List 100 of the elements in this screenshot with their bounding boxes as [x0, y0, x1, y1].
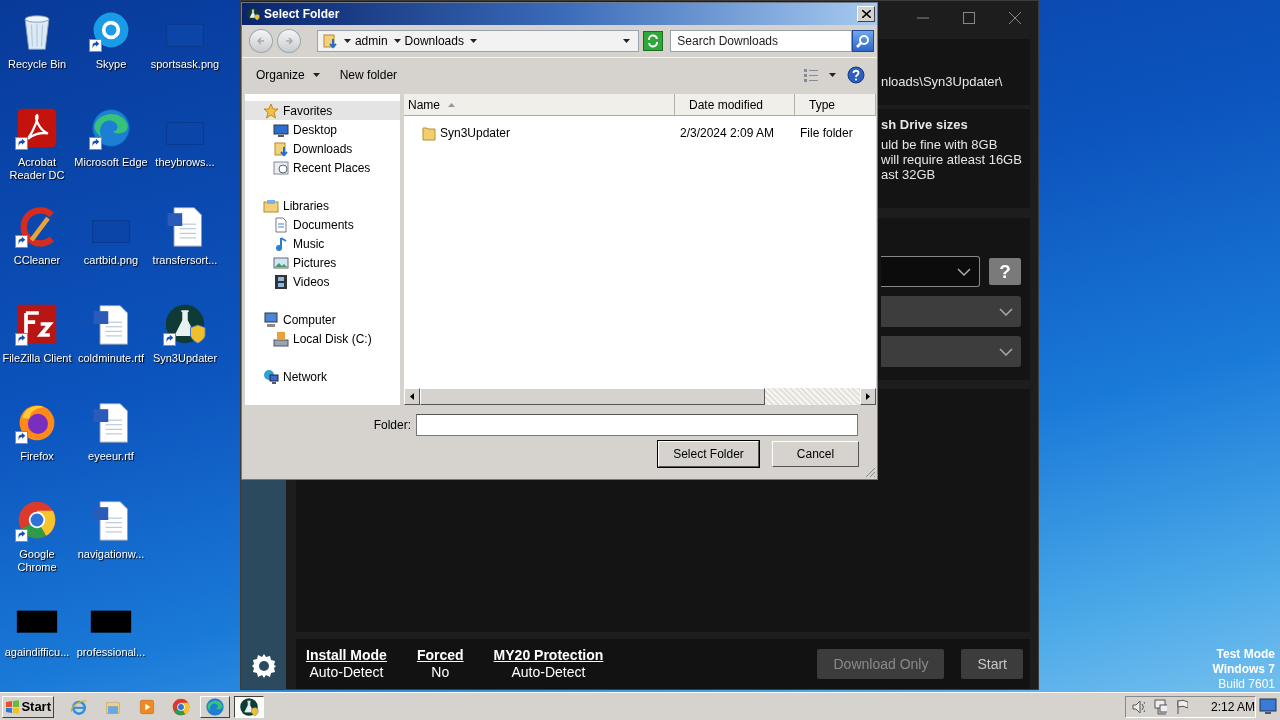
- nav-item[interactable]: Music: [245, 234, 400, 253]
- os-info-text: Test Mode: [1216, 647, 1275, 662]
- breadcrumb-item[interactable]: admin: [354, 34, 388, 48]
- pdf-app-icon[interactable]: [15, 106, 59, 150]
- back-arrow-icon: [255, 36, 266, 46]
- search-field[interactable]: Search Downloads: [670, 30, 852, 52]
- caret-icon[interactable]: [469, 39, 477, 43]
- desktop-icon-label[interactable]: Skype: [74, 58, 148, 71]
- right-arrow-icon[interactable]: [866, 393, 870, 400]
- status-label[interactable]: Forced: [416, 647, 464, 664]
- caret-icon[interactable]: [393, 39, 401, 43]
- nav-item[interactable]: Documents: [245, 215, 400, 234]
- info-line: uld be fine with 8GB: [881, 137, 999, 152]
- dialog-button[interactable]: Select Folder: [658, 441, 759, 467]
- desktop-icon-label[interactable]: Syn3Updater: [148, 352, 222, 365]
- volume-icon[interactable]: [1132, 699, 1146, 714]
- flag-icon[interactable]: [1176, 698, 1188, 715]
- nav-item[interactable]: Favorites: [245, 101, 400, 120]
- clock[interactable]: 2:12 AM: [1210, 699, 1255, 714]
- start-button[interactable]: Start: [2, 695, 54, 718]
- close-icon[interactable]: [1009, 12, 1021, 24]
- desktop-icon-label[interactable]: FileZilla Client: [0, 352, 74, 365]
- chevron-icon: [999, 307, 1013, 316]
- desktop-icon-label[interactable]: Recycle Bin: [0, 58, 74, 71]
- status-label[interactable]: Install Mode: [306, 647, 387, 664]
- search-icon: [856, 34, 870, 48]
- desktop-icon-label[interactable]: CCleaner: [0, 254, 74, 267]
- desktop-icon-label[interactable]: againdifficu...: [0, 646, 74, 659]
- info-line: will require atleast 16GB: [881, 152, 1023, 167]
- nav-item[interactable]: Pictures: [245, 253, 400, 272]
- libraries-icon: [263, 197, 279, 214]
- desktop-icon-label[interactable]: Firefox: [0, 450, 74, 463]
- refresh-icon: [646, 34, 661, 48]
- recent-icon: [273, 159, 289, 176]
- column-header[interactable]: Type: [795, 94, 876, 115]
- chevron-icon: [999, 347, 1013, 356]
- folder-icon: [422, 125, 436, 141]
- network-icon[interactable]: [1154, 698, 1168, 715]
- flask-app-icon[interactable]: [163, 302, 207, 346]
- nav-item[interactable]: Local Disk (C:): [245, 329, 400, 348]
- caret-icon[interactable]: [829, 72, 837, 78]
- search-button[interactable]: [852, 30, 874, 52]
- dialog-button[interactable]: Cancel: [772, 441, 859, 467]
- os-info-text: Windows 7: [1212, 662, 1275, 677]
- dropdown[interactable]: [881, 256, 980, 287]
- caret-icon[interactable]: [343, 39, 351, 43]
- desktop-icon-label[interactable]: professional...: [74, 646, 148, 659]
- column-header[interactable]: Date modified: [675, 94, 795, 115]
- browser-icon[interactable]: [89, 106, 133, 150]
- scrollbar[interactable]: [404, 388, 876, 405]
- action-button[interactable]: Start: [961, 649, 1023, 679]
- pictures-icon: [273, 254, 289, 271]
- close-icon: [861, 10, 871, 18]
- nav-item[interactable]: Videos: [245, 272, 400, 291]
- nav-item[interactable]: Downloads: [245, 139, 400, 158]
- disk-icon: [273, 330, 289, 347]
- status-label[interactable]: MY20 Protection: [493, 647, 604, 664]
- field-label: Folder:: [373, 417, 411, 432]
- toolbar-button[interactable]: Organize: [248, 65, 328, 85]
- help-button[interactable]: ?: [989, 258, 1021, 285]
- desktop-icon-label[interactable]: coldminute.rtf: [74, 352, 148, 365]
- toolbar-button[interactable]: New folder: [331, 65, 406, 85]
- desktop-icon-label[interactable]: navigationw...: [74, 548, 148, 561]
- desktop-icon-label[interactable]: Google Chrome: [0, 548, 74, 574]
- desktop-icon-label[interactable]: cartbid.png: [74, 254, 148, 267]
- column-header[interactable]: Name: [404, 94, 675, 115]
- flask-app-icon: [246, 7, 260, 21]
- resize-grip-icon[interactable]: [864, 466, 876, 478]
- nav-item[interactable]: Desktop: [245, 120, 400, 139]
- desktop-icon-label[interactable]: theybrows...: [148, 156, 222, 169]
- settings-icon[interactable]: [250, 653, 277, 679]
- maximize-icon[interactable]: [963, 12, 975, 24]
- address-bar[interactable]: admin Downloads: [316, 30, 640, 52]
- left-arrow-icon[interactable]: [410, 393, 414, 400]
- caret-icon[interactable]: [623, 39, 631, 43]
- os-info-text: Build 7601: [1218, 677, 1275, 692]
- refresh-button[interactable]: [643, 31, 664, 51]
- chevron-icon: [957, 267, 971, 276]
- ftp-app-icon[interactable]: [15, 302, 59, 346]
- desktop-icon-label[interactable]: eyeeur.rtf: [74, 450, 148, 463]
- info-line: ast 32GB: [881, 167, 937, 182]
- nav-item[interactable]: Recent Places: [245, 158, 400, 177]
- windows-logo-icon: [5, 699, 20, 714]
- taskbar-app[interactable]: [234, 695, 264, 718]
- show-desktop-icon[interactable]: [1259, 697, 1277, 715]
- desktop-icon-label[interactable]: Acrobat Reader DC: [0, 156, 74, 182]
- close-button[interactable]: [857, 6, 875, 22]
- favorites-icon: [263, 102, 279, 119]
- nav-item[interactable]: Computer: [245, 310, 400, 329]
- nav-item[interactable]: Libraries: [245, 196, 400, 215]
- desktop-icon-label[interactable]: Microsoft Edge: [74, 156, 148, 169]
- file-name[interactable]: Syn3Updater: [404, 125, 675, 141]
- folder-field[interactable]: [416, 413, 858, 436]
- desktop-icon-label[interactable]: transfersort...: [148, 254, 222, 267]
- info-title: sh Drive sizes: [881, 117, 969, 132]
- breadcrumb-item[interactable]: Downloads: [404, 34, 464, 48]
- nav-item[interactable]: Network: [245, 367, 400, 386]
- status-value: Auto-Detect: [511, 664, 586, 681]
- desktop-icon-label[interactable]: sportsask.png: [148, 58, 222, 71]
- help-icon[interactable]: [847, 66, 865, 84]
